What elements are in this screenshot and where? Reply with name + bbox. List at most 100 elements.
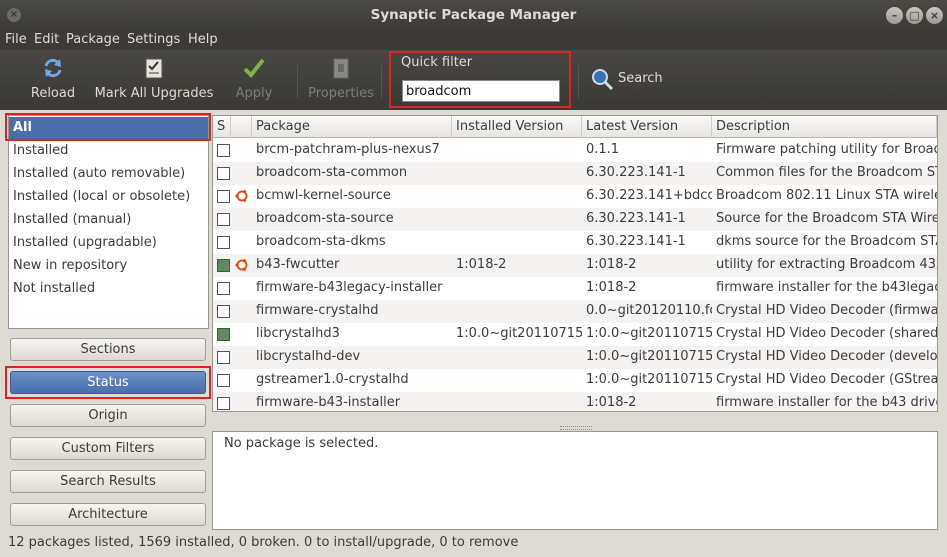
table-row[interactable]: broadcom-sta-common 6.30.223.141-1 Common … bbox=[213, 162, 937, 185]
table-row[interactable]: firmware-b43-installer 1:018-2 firmware in… bbox=[213, 392, 937, 411]
status-checkbox[interactable] bbox=[217, 282, 230, 295]
table-row[interactable]: broadcom-sta-dkms 6.30.223.141-1 dkms sour… bbox=[213, 231, 937, 254]
sections-button[interactable]: Sections bbox=[10, 338, 206, 361]
menu-settings[interactable]: Settings bbox=[127, 32, 180, 47]
status-checkbox[interactable] bbox=[217, 144, 230, 157]
origin-button[interactable]: Origin bbox=[10, 404, 206, 427]
description-text: No package is selected. bbox=[224, 436, 379, 451]
filter-item-upgradable[interactable]: Installed (upgradable) bbox=[9, 232, 208, 255]
menu-file[interactable]: File bbox=[5, 32, 27, 47]
column-header-package[interactable]: Package bbox=[252, 116, 452, 138]
package-description: Crystal HD Video Decoder (firmware) bbox=[716, 303, 937, 318]
column-header-description[interactable]: Description bbox=[712, 116, 937, 138]
package-name: firmware-crystalhd bbox=[256, 303, 379, 318]
menu-edit[interactable]: Edit bbox=[34, 32, 59, 47]
quick-filter-input[interactable] bbox=[402, 80, 560, 102]
filter-item-installed[interactable]: Installed bbox=[9, 140, 208, 163]
latest-version: 1:018-2 bbox=[586, 280, 637, 295]
table-row[interactable]: gstreamer1.0-crystalhd 1:0.0~git20110715 C… bbox=[213, 369, 937, 392]
package-name: firmware-b43-installer bbox=[256, 395, 401, 410]
column-header-installed-version[interactable]: Installed Version bbox=[452, 116, 582, 138]
search-icon bbox=[592, 69, 614, 91]
reload-button[interactable]: Reload bbox=[26, 50, 80, 110]
mark-all-upgrades-button[interactable]: Mark All Upgrades bbox=[94, 50, 214, 110]
latest-version: 0.0~git20120110.fc bbox=[586, 303, 712, 318]
latest-version: 6.30.223.141-1 bbox=[586, 211, 686, 226]
latest-version: 1:0.0~git20110715 bbox=[586, 349, 712, 364]
status-checkbox[interactable] bbox=[217, 374, 230, 387]
menu-package[interactable]: Package bbox=[66, 32, 120, 47]
toolbar-separator bbox=[297, 64, 298, 98]
table-row[interactable]: bcmwl-kernel-source 6.30.223.141+bdcom Bro… bbox=[213, 185, 937, 208]
package-description: utility for extracting Broadcom 43xx bbox=[716, 257, 937, 272]
package-description: Crystal HD Video Decoder (development bbox=[716, 349, 937, 364]
installed-version: 1:0.0~git20110715 bbox=[456, 326, 582, 341]
description-pane: No package is selected. bbox=[212, 431, 938, 530]
installed-version bbox=[452, 231, 582, 254]
properties-button[interactable]: Properties bbox=[306, 50, 376, 110]
package-name: broadcom-sta-source bbox=[256, 211, 394, 226]
maximize-icon[interactable]: □ bbox=[906, 7, 923, 24]
minimize-icon[interactable]: – bbox=[886, 7, 903, 24]
status-checkbox[interactable] bbox=[217, 236, 230, 249]
filter-list: All Installed Installed (auto removable)… bbox=[8, 115, 209, 329]
status-checkbox[interactable] bbox=[217, 328, 230, 341]
status-checkbox[interactable] bbox=[217, 167, 230, 180]
toolbar-separator bbox=[578, 64, 579, 98]
column-header-latest-version[interactable]: Latest Version bbox=[582, 116, 712, 138]
table-row[interactable]: b43-fwcutter 1:018-2 1:018-2 utility for ex… bbox=[213, 254, 937, 277]
table-row[interactable]: libcrystalhd-dev 1:0.0~git20110715 Crystal… bbox=[213, 346, 937, 369]
filter-item-new[interactable]: New in repository bbox=[9, 255, 208, 278]
filter-item-local-obsolete[interactable]: Installed (local or obsolete) bbox=[9, 186, 208, 209]
table-scrollbar[interactable] bbox=[927, 137, 938, 412]
package-description: firmware installer for the b43 driver bbox=[716, 395, 937, 410]
status-checkbox[interactable] bbox=[217, 351, 230, 364]
table-row[interactable]: firmware-b43legacy-installer 1:018-2 firmw… bbox=[213, 277, 937, 300]
installed-version bbox=[452, 300, 582, 323]
latest-version: 6.30.223.141+bdcom bbox=[586, 188, 712, 203]
latest-version: 0.1.1 bbox=[586, 142, 620, 157]
apply-button[interactable]: Apply bbox=[234, 50, 274, 110]
filter-item-auto-removable[interactable]: Installed (auto removable) bbox=[9, 163, 208, 186]
package-table: S Package Installed Version Latest Versi… bbox=[212, 115, 938, 412]
package-description: Common files for the Broadcom STA bbox=[716, 165, 937, 180]
status-checkbox[interactable] bbox=[217, 259, 230, 272]
pane-splitter[interactable] bbox=[560, 426, 592, 430]
architecture-button[interactable]: Architecture bbox=[10, 503, 206, 526]
search-results-button[interactable]: Search Results bbox=[10, 470, 206, 493]
package-description: Broadcom 802.11 Linux STA wireless bbox=[716, 188, 937, 203]
properties-label: Properties bbox=[308, 86, 374, 101]
installed-version bbox=[452, 162, 582, 185]
toolbar: Reload Mark All Upgrades Apply Propertie… bbox=[0, 50, 947, 110]
custom-filters-button[interactable]: Custom Filters bbox=[10, 437, 206, 460]
table-row[interactable]: broadcom-sta-source 6.30.223.141-1 Source … bbox=[213, 208, 937, 231]
package-name: bcmwl-kernel-source bbox=[256, 188, 391, 203]
status-checkbox[interactable] bbox=[217, 190, 230, 203]
title-bar: × Synaptic Package Manager – □ × bbox=[0, 0, 947, 30]
checklist-icon bbox=[145, 58, 163, 79]
ubuntu-support-icon bbox=[235, 190, 248, 202]
status-checkbox[interactable] bbox=[217, 397, 230, 410]
table-row[interactable]: libcrystalhd3 1:0.0~git20110715 1:0.0~git2… bbox=[213, 323, 937, 346]
installed-version bbox=[452, 185, 582, 208]
package-name: brcm-patchram-plus-nexus7 bbox=[256, 142, 440, 157]
latest-version: 1:0.0~git20110715 bbox=[586, 372, 712, 387]
package-description: Source for the Broadcom STA Wireless bbox=[716, 211, 937, 226]
reload-icon bbox=[44, 58, 62, 78]
column-header-support[interactable] bbox=[231, 116, 252, 138]
close-icon[interactable]: × bbox=[926, 7, 943, 24]
status-checkbox[interactable] bbox=[217, 213, 230, 226]
latest-version: 1:018-2 bbox=[586, 257, 637, 272]
latest-version: 1:0.0~git20110715 bbox=[586, 326, 712, 341]
installed-version bbox=[452, 208, 582, 231]
quick-filter-label: Quick filter bbox=[401, 55, 473, 70]
status-checkbox[interactable] bbox=[217, 305, 230, 318]
filter-item-manual[interactable]: Installed (manual) bbox=[9, 209, 208, 232]
table-row[interactable]: brcm-patchram-plus-nexus7 0.1.1 Firmware p… bbox=[213, 139, 937, 162]
filter-item-not-installed[interactable]: Not installed bbox=[9, 278, 208, 301]
mark-all-label: Mark All Upgrades bbox=[94, 86, 214, 101]
package-description: Crystal HD Video Decoder (shared bbox=[716, 326, 937, 341]
column-header-status[interactable]: S bbox=[213, 116, 231, 138]
menu-help[interactable]: Help bbox=[188, 32, 218, 47]
table-row[interactable]: firmware-crystalhd 0.0~git20120110.fc Crys… bbox=[213, 300, 937, 323]
